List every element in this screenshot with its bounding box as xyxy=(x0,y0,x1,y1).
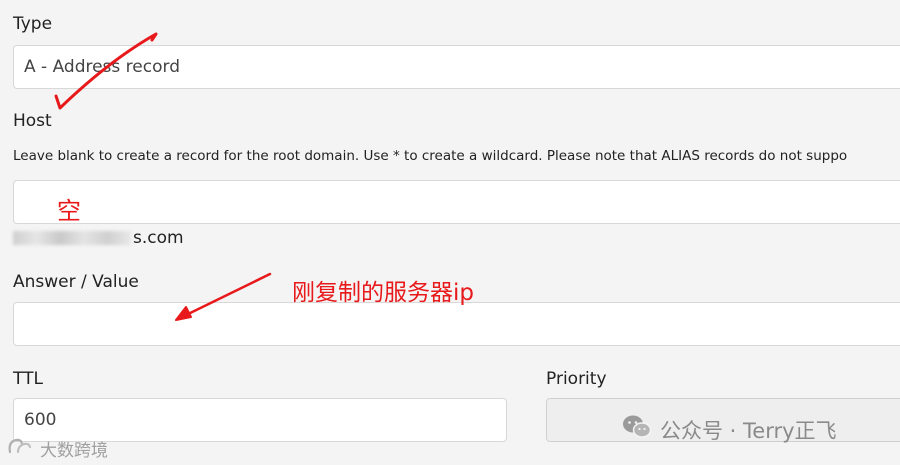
ttl-input-value: 600 xyxy=(24,410,57,430)
host-help-text: Leave blank to create a record for the r… xyxy=(13,148,848,164)
type-label: Type xyxy=(13,14,53,34)
watermark-right-text: 公众号 · Terry正飞 xyxy=(660,418,837,443)
watermark-left: 大数跨境 xyxy=(6,436,108,461)
host-label: Host xyxy=(13,111,52,131)
host-domain-hint: s.com xyxy=(13,228,184,248)
watermark-left-text: 大数跨境 xyxy=(40,441,108,461)
ttl-label: TTL xyxy=(13,369,43,389)
domain-suffix: s.com xyxy=(133,228,184,248)
answer-annotation: 刚复制的服务器ip xyxy=(292,280,474,306)
host-input[interactable] xyxy=(13,180,900,224)
redacted-domain-block xyxy=(13,231,131,245)
priority-label: Priority xyxy=(546,369,607,389)
watermark-right: 公众号 · Terry正飞 xyxy=(622,414,837,445)
answer-input[interactable] xyxy=(13,302,900,346)
type-select-value: A - Address record xyxy=(24,57,180,77)
wechat-icon xyxy=(622,414,652,445)
type-select[interactable]: A - Address record xyxy=(13,45,900,89)
host-annotation: 空 xyxy=(57,197,81,225)
brand-logo-icon xyxy=(6,436,32,461)
answer-label: Answer / Value xyxy=(13,272,139,292)
